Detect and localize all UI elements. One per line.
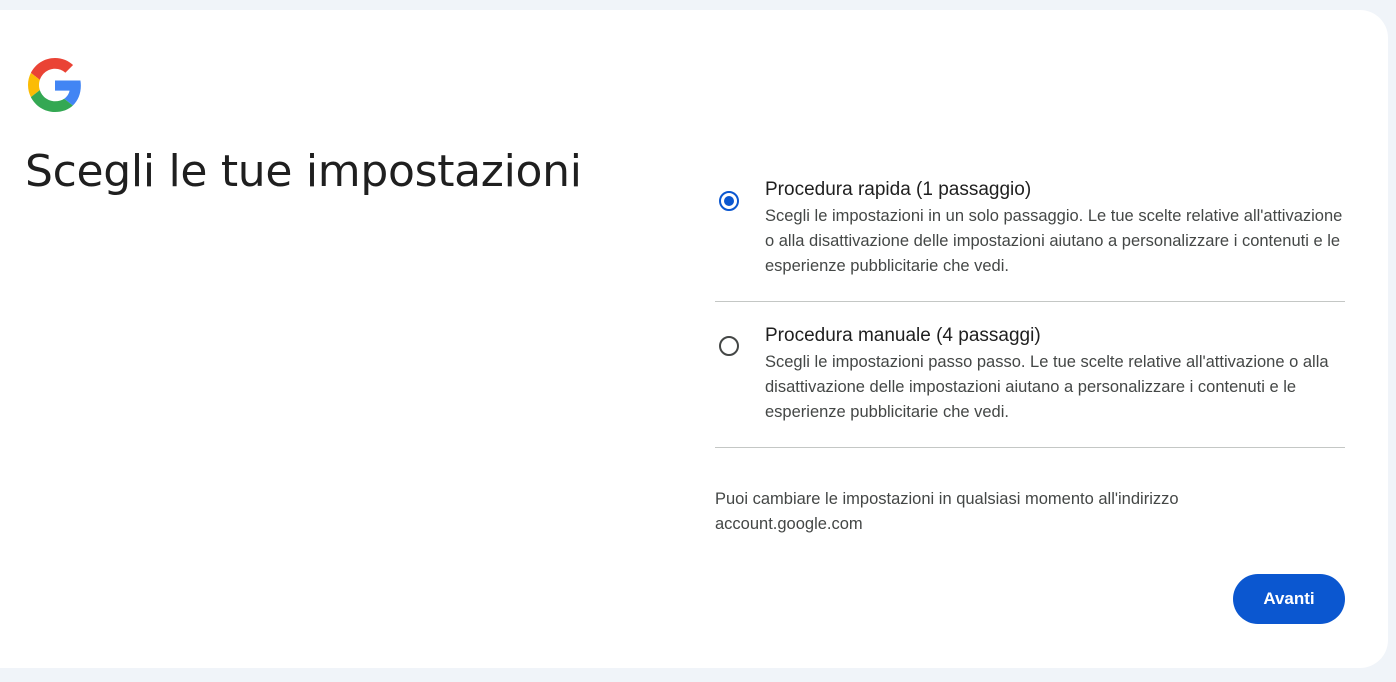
option-quick-text: Procedura rapida (1 passaggio) Scegli le… xyxy=(765,168,1345,279)
option-manual[interactable]: Procedura manuale (4 passaggi) Scegli le… xyxy=(715,302,1345,448)
option-quick-description: Scegli le impostazioni in un solo passag… xyxy=(765,207,1343,275)
option-manual-title: Procedura manuale (4 passaggi) xyxy=(765,325,1041,346)
settings-card: Scegli le tue impostazioni Procedura rap… xyxy=(0,10,1388,668)
options-list: Procedura rapida (1 passaggio) Scegli le… xyxy=(715,158,1345,448)
page-title: Scegli le tue impostazioni xyxy=(25,146,582,197)
radio-quick-selected-icon[interactable] xyxy=(719,191,739,211)
next-button[interactable]: Avanti xyxy=(1233,574,1345,624)
option-quick-title: Procedura rapida (1 passaggio) xyxy=(765,179,1032,200)
google-logo-icon xyxy=(28,58,81,112)
radio-manual-unselected-icon[interactable] xyxy=(719,336,739,356)
option-quick[interactable]: Procedura rapida (1 passaggio) Scegli le… xyxy=(715,158,1345,302)
option-manual-description: Scegli le impostazioni passo passo. Le t… xyxy=(765,353,1329,421)
settings-change-note: Puoi cambiare le impostazioni in qualsia… xyxy=(715,490,1179,533)
option-manual-text: Procedura manuale (4 passaggi) Scegli le… xyxy=(765,324,1345,425)
